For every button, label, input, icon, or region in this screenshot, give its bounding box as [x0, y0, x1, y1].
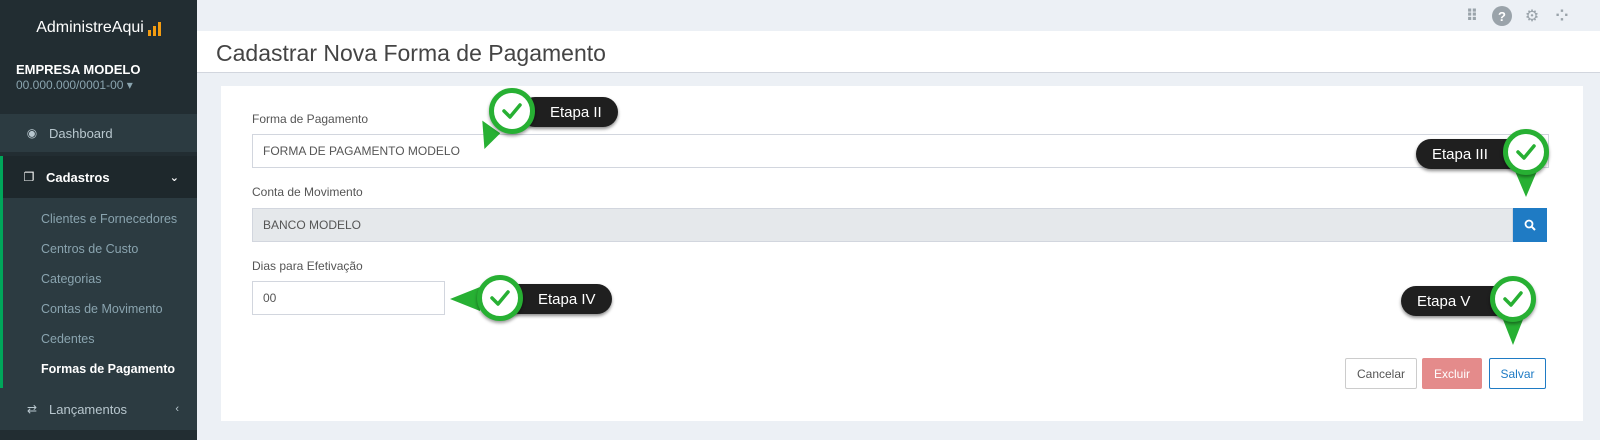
step-4-pointer [450, 287, 480, 311]
step-3-check-icon [1503, 129, 1549, 175]
sidebar-subitem-clientes[interactable]: Clientes e Fornecedores [3, 204, 197, 234]
sidebar-submenu: Clientes e Fornecedores Centros de Custo… [3, 198, 197, 388]
menu-grid-icon[interactable]: ⁘ [1552, 6, 1572, 26]
company-name: EMPRESA MODELO [16, 62, 141, 77]
dias-input[interactable]: 00 [252, 281, 445, 315]
conta-input[interactable]: BANCO MODELO [252, 208, 1513, 242]
forma-input[interactable]: FORMA DE PAGAMENTO MODELO [252, 134, 1549, 168]
copy-icon: ❐ [23, 170, 35, 184]
delete-button[interactable]: Excluir [1422, 358, 1482, 389]
page-title: Cadastrar Nova Forma de Pagamento [216, 40, 606, 66]
dashboard-icon: ◉ [26, 126, 38, 140]
sidebar-subitem-cedentes[interactable]: Cedentes [3, 324, 197, 354]
apps-grid-icon[interactable]: ⠿ [1462, 6, 1482, 26]
search-button[interactable] [1513, 208, 1547, 242]
dias-label: Dias para Efetivação [252, 259, 363, 273]
sidebar-item-label: Dashboard [49, 125, 113, 141]
sidebar-item-cadastros[interactable]: ❐ Cadastros ⌄ [3, 156, 197, 198]
sidebar-subitem-contas[interactable]: Contas de Movimento [3, 294, 197, 324]
brand-logo[interactable]: AdministreAqui [0, 0, 197, 56]
company-cnpj: 00.000.000/0001-00 ▾ [16, 78, 133, 92]
brand-name: AdministreAqui [36, 19, 144, 36]
chevron-down-icon: ⌄ [169, 171, 179, 184]
sidebar-item-dashboard[interactable]: ◉ Dashboard [0, 114, 197, 152]
sidebar: AdministreAqui EMPRESA MODELO 00.000.000… [0, 0, 197, 440]
step-5-check-icon [1490, 276, 1536, 322]
conta-label: Conta de Movimento [252, 185, 363, 199]
gear-icon[interactable]: ⚙ [1522, 6, 1542, 26]
chevron-left-icon: ‹ [175, 403, 179, 415]
company-selector[interactable]: EMPRESA MODELO 00.000.000/0001-00 ▾ [0, 56, 197, 114]
sidebar-subitem-centros[interactable]: Centros de Custo [3, 234, 197, 264]
exchange-icon: ⇄ [26, 402, 38, 416]
sidebar-subitem-categorias[interactable]: Categorias [3, 264, 197, 294]
search-icon [1524, 219, 1536, 231]
forma-label: Forma de Pagamento [252, 112, 369, 126]
step-4-check-icon [477, 275, 523, 321]
step-2-check-icon [489, 88, 535, 134]
sidebar-item-lancamentos[interactable]: ⇄ Lançamentos ‹ [0, 388, 197, 430]
save-button[interactable]: Salvar [1489, 358, 1546, 389]
sidebar-item-label: Cadastros [46, 169, 110, 185]
page-header: Cadastrar Nova Forma de Pagamento [197, 31, 1600, 73]
sidebar-subitem-formas[interactable]: Formas de Pagamento [3, 354, 197, 384]
sidebar-menu: ◉ Dashboard ❐ Cadastros ⌄ Clientes e For… [0, 114, 197, 430]
top-icons: ⠿ ? ⚙ ⁘ [1462, 6, 1572, 26]
sidebar-group-cadastros: ❐ Cadastros ⌄ Clientes e Fornecedores Ce… [0, 156, 197, 388]
cancel-button[interactable]: Cancelar [1345, 358, 1417, 389]
chart-bars-icon [147, 20, 161, 36]
help-icon[interactable]: ? [1492, 6, 1512, 26]
sidebar-item-label: Lançamentos [49, 401, 128, 417]
top-bar: ⠿ ? ⚙ ⁘ [197, 0, 1600, 31]
